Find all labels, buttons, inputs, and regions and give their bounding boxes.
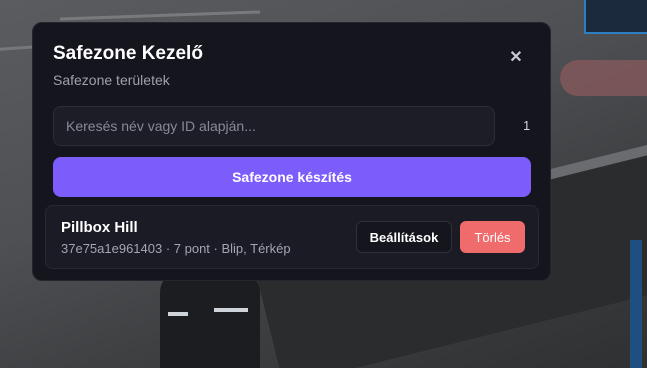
reflective-stripe	[214, 308, 248, 312]
safezone-manager-panel: Safezone Kezelő Safezone területek ✕ 1 S…	[32, 22, 551, 281]
zone-meta: 37e75a1e961403 · 7 pont · Blip, Térkép	[61, 241, 291, 256]
blue-pole	[630, 240, 642, 368]
close-icon[interactable]: ✕	[508, 50, 524, 66]
reflective-stripe	[168, 312, 188, 316]
red-curb	[560, 60, 647, 96]
panel-subtitle: Safezone területek	[53, 72, 170, 88]
player-character	[160, 272, 260, 368]
result-count: 1	[523, 118, 531, 133]
settings-button[interactable]: Beállítások	[356, 221, 452, 253]
panel-title: Safezone Kezelő	[53, 43, 203, 64]
list-item: Pillbox Hill 37e75a1e961403 · 7 pont · B…	[45, 205, 539, 269]
sign-post	[584, 0, 647, 34]
search-input[interactable]	[53, 106, 495, 146]
zone-name: Pillbox Hill	[61, 219, 138, 236]
delete-button[interactable]: Törlés	[460, 221, 525, 253]
create-safezone-button[interactable]: Safezone készítés	[53, 157, 531, 197]
